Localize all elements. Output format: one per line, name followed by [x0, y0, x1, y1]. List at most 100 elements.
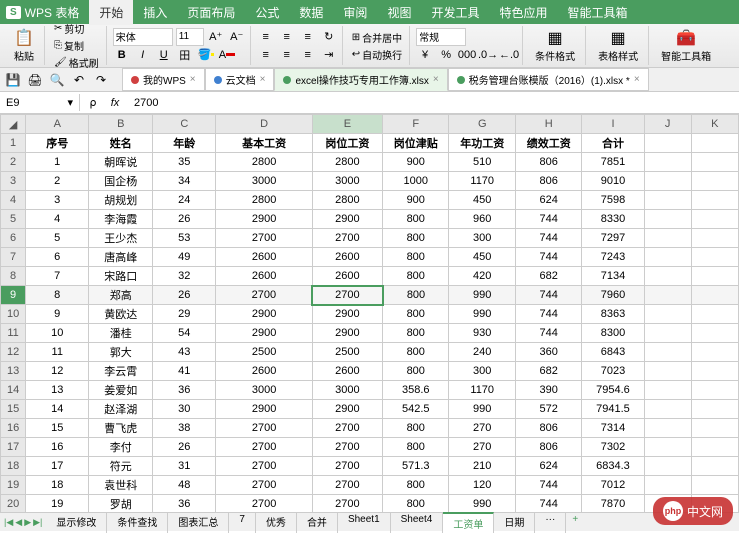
cell-C6[interactable]: 53 [153, 229, 216, 248]
cell-I4[interactable]: 7598 [582, 191, 644, 210]
cell-D14[interactable]: 3000 [216, 381, 312, 400]
row-header-2[interactable]: 2 [1, 153, 26, 172]
cell-A3[interactable]: 2 [26, 172, 89, 191]
print-icon[interactable]: 🖨 [26, 71, 44, 89]
cell-D18[interactable]: 2700 [216, 457, 312, 476]
cell-B9[interactable]: 郑高 [89, 286, 153, 305]
preview-icon[interactable]: 🔍 [48, 71, 66, 89]
font-color-button[interactable]: A [218, 46, 236, 64]
format-painter-button[interactable]: 🖌格式刷 [51, 54, 102, 71]
cell-G17[interactable]: 270 [449, 438, 515, 457]
cell-I5[interactable]: 8330 [582, 210, 644, 229]
cell-G3[interactable]: 1170 [449, 172, 515, 191]
cell-I8[interactable]: 7134 [582, 267, 644, 286]
cell-C16[interactable]: 38 [153, 419, 216, 438]
cell-F13[interactable]: 800 [383, 362, 449, 381]
save-icon[interactable]: 💾 [4, 71, 22, 89]
cell-G18[interactable]: 210 [449, 457, 515, 476]
row-header-15[interactable]: 15 [1, 400, 26, 419]
row-header-19[interactable]: 19 [1, 476, 26, 495]
cell-F17[interactable]: 800 [383, 438, 449, 457]
doc-tab-mywps[interactable]: 我的WPS× [122, 68, 205, 91]
cell-G7[interactable]: 450 [449, 248, 515, 267]
sheet-more[interactable]: ··· [535, 512, 566, 533]
cell-C7[interactable]: 49 [153, 248, 216, 267]
row-header-10[interactable]: 10 [1, 305, 26, 324]
cell[interactable] [644, 267, 691, 286]
cell-B14[interactable]: 姜爱如 [89, 381, 153, 400]
cell-B18[interactable]: 符元 [89, 457, 153, 476]
cell-F12[interactable]: 800 [383, 343, 449, 362]
cell-A7[interactable]: 6 [26, 248, 89, 267]
next-sheet-icon[interactable]: ▶ [24, 517, 31, 528]
cell-D15[interactable]: 2900 [216, 400, 312, 419]
cell-B7[interactable]: 唐高峰 [89, 248, 153, 267]
cell-A5[interactable]: 4 [26, 210, 89, 229]
cell-C11[interactable]: 54 [153, 324, 216, 343]
cell-D4[interactable]: 2800 [216, 191, 312, 210]
cell-B11[interactable]: 潘桂 [89, 324, 153, 343]
cell-A12[interactable]: 11 [26, 343, 89, 362]
italic-button[interactable]: I [134, 46, 152, 64]
cell-A15[interactable]: 14 [26, 400, 89, 419]
paste-button[interactable]: 📋 粘贴 [8, 26, 40, 65]
row-header-12[interactable]: 12 [1, 343, 26, 362]
cell-H20[interactable]: 744 [515, 495, 581, 513]
underline-button[interactable]: U [155, 46, 173, 64]
cell-H12[interactable]: 360 [515, 343, 581, 362]
sheet-tab-5[interactable]: 合并 [297, 512, 338, 533]
cell-H11[interactable]: 744 [515, 324, 581, 343]
cell-A18[interactable]: 17 [26, 457, 89, 476]
cell[interactable] [644, 134, 691, 153]
cell-C17[interactable]: 26 [153, 438, 216, 457]
cell-G8[interactable]: 420 [449, 267, 515, 286]
cell[interactable] [644, 229, 691, 248]
tab-insert[interactable]: 插入 [133, 0, 177, 25]
tab-layout[interactable]: 页面布局 [177, 0, 245, 25]
cell-H9[interactable]: 744 [515, 286, 581, 305]
cell-D7[interactable]: 2600 [216, 248, 312, 267]
decimal-dec-icon[interactable]: ←.0 [500, 46, 518, 64]
cell-H13[interactable]: 682 [515, 362, 581, 381]
cell[interactable] [644, 210, 691, 229]
cell-E2[interactable]: 2800 [312, 153, 382, 172]
comma-icon[interactable]: 000 [458, 46, 476, 64]
number-format-select[interactable] [416, 28, 466, 46]
close-icon[interactable]: × [260, 74, 266, 85]
decrease-font-icon[interactable]: A⁻ [228, 28, 246, 46]
cell-A6[interactable]: 5 [26, 229, 89, 248]
cell-A17[interactable]: 16 [26, 438, 89, 457]
cell[interactable] [644, 324, 691, 343]
cell-D20[interactable]: 2700 [216, 495, 312, 513]
prev-sheet-icon[interactable]: ◀ [15, 517, 22, 528]
cell-I10[interactable]: 8363 [582, 305, 644, 324]
align-center-icon[interactable]: ≡ [278, 46, 296, 64]
cell[interactable] [691, 457, 738, 476]
cell-G15[interactable]: 990 [449, 400, 515, 419]
cell-G11[interactable]: 930 [449, 324, 515, 343]
sheet-tab-8[interactable]: 工资单 [443, 512, 494, 533]
tab-review[interactable]: 审阅 [333, 0, 377, 25]
cell-H16[interactable]: 806 [515, 419, 581, 438]
cell-E9[interactable]: 2700 [312, 286, 382, 305]
cell-C15[interactable]: 30 [153, 400, 216, 419]
cell-F10[interactable]: 800 [383, 305, 449, 324]
cell-C10[interactable]: 29 [153, 305, 216, 324]
cell[interactable] [691, 153, 738, 172]
fill-color-button[interactable]: 🪣 [197, 46, 215, 64]
cell-B8[interactable]: 宋路口 [89, 267, 153, 286]
cell-I7[interactable]: 7243 [582, 248, 644, 267]
cell[interactable] [644, 191, 691, 210]
cell-G16[interactable]: 270 [449, 419, 515, 438]
cell-H5[interactable]: 744 [515, 210, 581, 229]
cell-G6[interactable]: 300 [449, 229, 515, 248]
col-header-C[interactable]: C [153, 115, 216, 134]
cell-H2[interactable]: 806 [515, 153, 581, 172]
currency-icon[interactable]: ¥ [416, 46, 434, 64]
cell-C20[interactable]: 36 [153, 495, 216, 513]
cell[interactable] [691, 210, 738, 229]
cell-B15[interactable]: 赵泽湖 [89, 400, 153, 419]
header-cell[interactable]: 合计 [582, 134, 644, 153]
col-header-B[interactable]: B [89, 115, 153, 134]
cell-F9[interactable]: 800 [383, 286, 449, 305]
